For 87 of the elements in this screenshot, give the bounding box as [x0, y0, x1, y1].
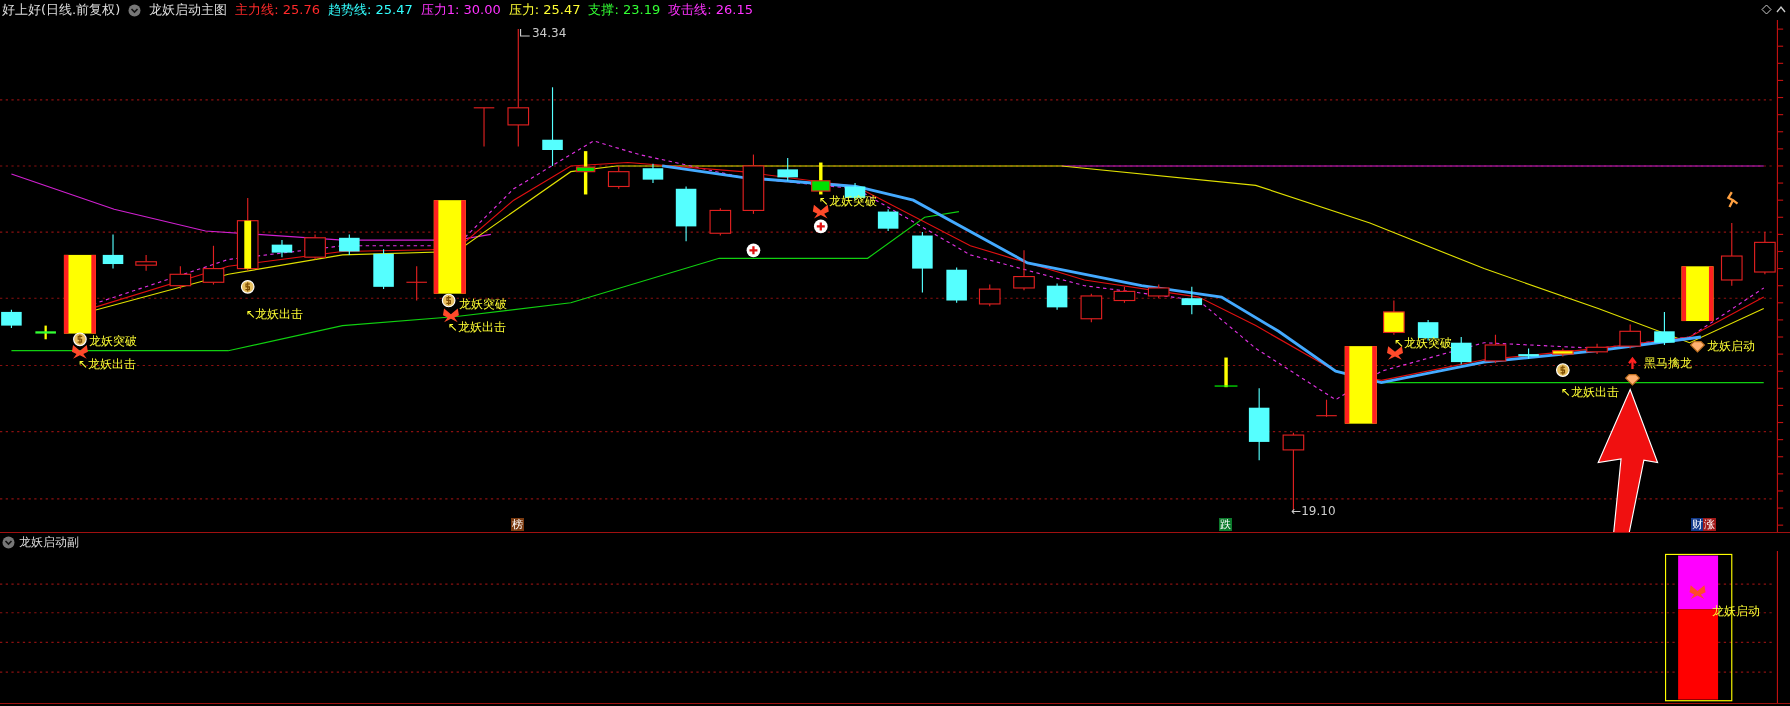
candlestick [135, 254, 157, 272]
indicator-value: 攻击线: 26.15 [668, 1, 753, 19]
marker-tag: 涨 [1703, 517, 1717, 531]
candlestick [1586, 343, 1608, 355]
signal-label: ↖龙妖突破 [1393, 336, 1452, 351]
price-label: 34.34 [531, 25, 567, 40]
candlestick [877, 208, 899, 232]
candlestick [405, 265, 428, 302]
marker-tag: 跌 [1219, 517, 1233, 531]
candlestick [202, 245, 225, 286]
plus-circle-icon [746, 243, 761, 258]
indicator-value: 趋势线: 25.47 [328, 1, 413, 19]
leader-line [520, 28, 531, 37]
candlestick [1681, 266, 1714, 322]
plus-circle-icon [813, 219, 828, 234]
candlestick [1013, 249, 1035, 291]
candlestick [169, 265, 192, 290]
candlestick [607, 165, 630, 190]
candlestick [1147, 284, 1170, 299]
candlestick [1113, 286, 1136, 304]
candlestick [742, 154, 765, 215]
candlestick [946, 266, 967, 304]
stock-title: 好上好(日线.前复权) [2, 1, 121, 19]
marker-tag: 榜 [511, 517, 525, 531]
candlestick [35, 325, 56, 340]
candlestick [1315, 399, 1338, 418]
candlestick [912, 231, 933, 294]
marker-tag: 财 [1690, 517, 1704, 531]
candlestick [1754, 231, 1776, 275]
butterfly-icon [442, 308, 459, 323]
candlestick [1518, 347, 1539, 360]
signal-label: 龙妖突破 [89, 333, 138, 348]
candlestick [373, 248, 394, 290]
money-bag-icon [441, 293, 456, 308]
candlestick [675, 185, 697, 242]
butterfly-icon [1387, 346, 1403, 360]
candlestick [642, 163, 664, 184]
indicator-value: 主力线: 25.76 [235, 1, 320, 19]
price-label: ←19.10 [1291, 504, 1336, 518]
candlestick [1, 309, 22, 329]
diamond-outline-icon[interactable] [1761, 4, 1772, 15]
candlestick [575, 151, 596, 195]
indicator-value: 压力: 25.47 [508, 1, 581, 19]
signal-label: 龙妖突破 [458, 297, 507, 312]
candlestick [777, 157, 798, 182]
candlestick [1080, 293, 1103, 323]
candlestick [339, 233, 360, 256]
diamond-icon [1689, 341, 1706, 353]
caret-up-icon[interactable] [1776, 5, 1786, 13]
candlestick [1214, 357, 1239, 388]
money-bag-icon [1556, 363, 1570, 377]
candlestick [1654, 311, 1675, 346]
candlestick [811, 162, 831, 195]
candlestick [978, 284, 1001, 307]
candlestick [1046, 282, 1068, 311]
signal-label: ↖龙妖出击 [245, 306, 304, 321]
running-figure-icon [1726, 191, 1739, 209]
candlestick [1181, 286, 1203, 315]
candlestick [1619, 323, 1641, 349]
indicator-value: 支撑: 23.19 [588, 1, 661, 19]
butterfly-icon [71, 345, 88, 359]
candlestick [709, 207, 732, 237]
money-bag-icon [240, 280, 255, 294]
sub-indicator-name[interactable]: 龙妖启动副 [19, 533, 79, 551]
signal-label: ↖龙妖出击 [447, 320, 506, 335]
dropdown-icon[interactable] [128, 3, 142, 17]
candlestick [304, 233, 326, 261]
candlestick [271, 239, 293, 258]
candlestick [1383, 299, 1405, 336]
signal-label: 龙妖启动 [1706, 338, 1755, 353]
candlestick [1450, 336, 1472, 365]
butterfly-icon [812, 204, 829, 219]
candlestick [473, 107, 495, 148]
signal-label: ↖龙妖突破 [818, 193, 877, 208]
money-bag-icon [73, 332, 87, 347]
up-arrow-icon [1627, 356, 1638, 371]
candlestick [102, 233, 124, 270]
indicator-value: 压力1: 30.00 [420, 1, 501, 19]
signal-label: ↖龙妖出击 [77, 356, 136, 371]
candlestick [1484, 334, 1507, 364]
signal-label: 黑马擒龙 [1643, 355, 1692, 370]
butterfly-icon [1689, 585, 1706, 599]
candlestick [1552, 347, 1574, 357]
dropdown-icon[interactable] [2, 535, 15, 549]
signal-label: ↖龙妖出击 [1560, 385, 1619, 400]
indicator-name[interactable]: 龙妖启动主图 [149, 1, 228, 19]
candlestick [1720, 222, 1743, 287]
